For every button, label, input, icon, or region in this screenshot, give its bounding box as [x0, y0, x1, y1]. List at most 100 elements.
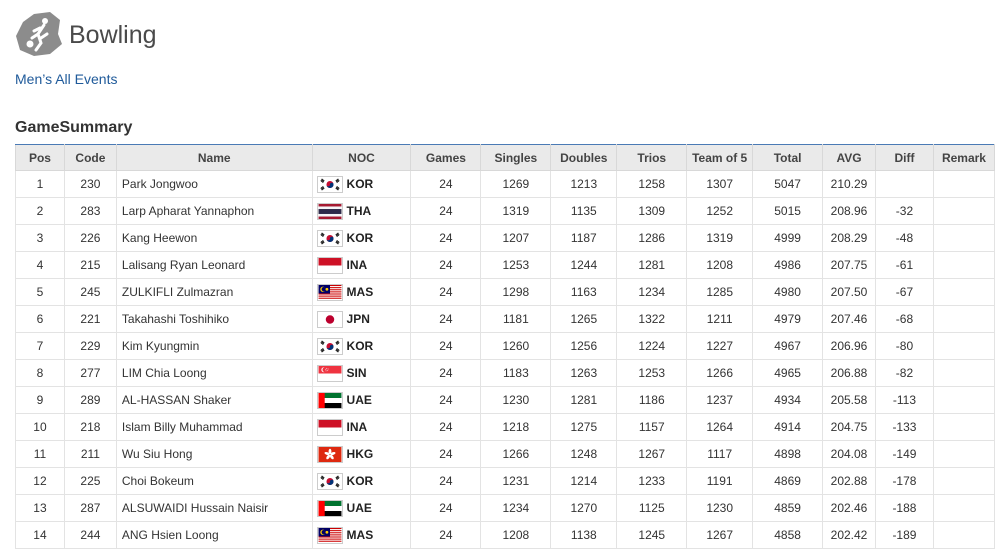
noc-code: SIN: [346, 366, 367, 380]
cell-singles: 1207: [480, 224, 552, 252]
cell-diff: -189: [875, 521, 934, 549]
table-row: 5 245 ZULKIFLI Zulmazran MAS 24 1298 1163 1234 1…: [15, 278, 996, 306]
cell-avg: 207.75: [822, 251, 876, 279]
cell-code: 245: [63, 278, 117, 306]
cell-singles: 1218: [480, 413, 552, 441]
cell-team5: 1266: [686, 359, 754, 387]
cell-doubles: 1270: [550, 494, 618, 522]
noc-code: JPN: [346, 312, 370, 326]
cell-remark: [932, 170, 996, 198]
cell-team5: 1267: [686, 521, 754, 549]
noc-code: THA: [346, 204, 372, 218]
cell-name[interactable]: ALSUWAIDI Hussain Naisir: [115, 494, 313, 522]
cell-remark: [932, 197, 996, 225]
cell-team5: 1227: [686, 332, 754, 360]
cell-team5: 1319: [686, 224, 754, 252]
noc-code: KOR: [346, 339, 374, 353]
event-link[interactable]: Men’s All Events: [15, 71, 117, 87]
table-row: 12 225 Choi Bokeum KOR 24 1231 1214 1233 1191 486…: [15, 467, 996, 495]
bowling-icon: [16, 12, 62, 56]
column-header-games[interactable]: Games: [410, 144, 482, 171]
cell-team5: 1285: [686, 278, 754, 306]
cell-team5: 1307: [686, 170, 754, 198]
cell-pos: 5: [15, 278, 65, 306]
column-header-noc[interactable]: NOC: [311, 144, 412, 171]
cell-diff: [875, 170, 934, 198]
cell-name[interactable]: Islam Billy Muhammad: [115, 413, 313, 441]
mas-flag-icon: [316, 526, 343, 544]
table-row: 6 221 Takahashi Toshihiko JPN 24 1181 1265 1322…: [15, 305, 996, 333]
cell-total: 4898: [752, 440, 824, 468]
cell-code: 225: [63, 467, 117, 495]
noc-code: MAS: [346, 285, 374, 299]
kor-flag-icon: [316, 229, 343, 247]
cell-name[interactable]: Park Jongwoo: [115, 170, 313, 198]
column-header-team-of-5[interactable]: Team of 5: [686, 144, 754, 171]
cell-trios: 1234: [616, 278, 688, 306]
cell-singles: 1230: [480, 386, 552, 414]
column-header-singles[interactable]: Singles: [480, 144, 552, 171]
cell-name[interactable]: Kim Kyungmin: [115, 332, 313, 360]
cell-name[interactable]: Wu Siu Hong: [115, 440, 313, 468]
cell-name[interactable]: Choi Bokeum: [115, 467, 313, 495]
cell-name[interactable]: Larp Apharat Yannaphon: [115, 197, 313, 225]
cell-remark: [932, 278, 996, 306]
cell-avg: 210.29: [822, 170, 876, 198]
cell-noc: KOR: [311, 332, 412, 360]
table-row: 2 283 Larp Apharat Yannaphon THA 24 1319 1135 1…: [15, 197, 996, 225]
column-header-avg[interactable]: AVG: [822, 144, 876, 171]
cell-name[interactable]: AL-HASSAN Shaker: [115, 386, 313, 414]
cell-pos: 13: [15, 494, 65, 522]
cell-code: 283: [63, 197, 117, 225]
column-header-remark[interactable]: Remark: [932, 144, 996, 171]
cell-name[interactable]: Lalisang Ryan Leonard: [115, 251, 313, 279]
table-row: 4 215 Lalisang Ryan Leonard INA 24 1253 1244 12…: [15, 251, 996, 279]
cell-name[interactable]: Kang Heewon: [115, 224, 313, 252]
table-header-row: Pos Code Name NOC Games Singles Doubles …: [15, 144, 996, 171]
results-table: Pos Code Name NOC Games Singles Doubles …: [15, 144, 996, 549]
cell-name[interactable]: ZULKIFLI Zulmazran: [115, 278, 313, 306]
noc-code: MAS: [346, 528, 374, 542]
column-header-code[interactable]: Code: [63, 144, 117, 171]
cell-trios: 1233: [616, 467, 688, 495]
noc-wrap: UAE: [316, 391, 407, 409]
column-header-name[interactable]: Name: [115, 144, 313, 171]
cell-code: 218: [63, 413, 117, 441]
cell-doubles: 1213: [550, 170, 618, 198]
cell-avg: 208.96: [822, 197, 876, 225]
cell-singles: 1231: [480, 467, 552, 495]
kor-flag-icon: [316, 175, 343, 193]
table-row: 3 226 Kang Heewon KOR 24 1207 1187 1286 1319 4999…: [15, 224, 996, 252]
cell-name[interactable]: LIM Chia Loong: [115, 359, 313, 387]
sin-flag-icon: [316, 364, 343, 382]
cell-doubles: 1281: [550, 386, 618, 414]
column-header-diff[interactable]: Diff: [875, 144, 934, 171]
noc-code: INA: [346, 258, 368, 272]
cell-remark: [932, 251, 996, 279]
cell-total: 4980: [752, 278, 824, 306]
cell-doubles: 1275: [550, 413, 618, 441]
column-header-doubles[interactable]: Doubles: [550, 144, 618, 171]
cell-noc: JPN: [311, 305, 412, 333]
cell-avg: 205.58: [822, 386, 876, 414]
noc-wrap: INA: [316, 256, 407, 274]
cell-pos: 3: [15, 224, 65, 252]
table-row: 9 289 AL-HASSAN Shaker UAE 24 1230 1281 1186 123…: [15, 386, 996, 414]
cell-team5: 1252: [686, 197, 754, 225]
cell-diff: -133: [875, 413, 934, 441]
column-header-trios[interactable]: Trios: [616, 144, 688, 171]
noc-code: KOR: [346, 231, 374, 245]
cell-noc: KOR: [311, 467, 412, 495]
cell-trios: 1286: [616, 224, 688, 252]
cell-doubles: 1187: [550, 224, 618, 252]
column-header-total[interactable]: Total: [752, 144, 824, 171]
cell-doubles: 1248: [550, 440, 618, 468]
cell-trios: 1224: [616, 332, 688, 360]
cell-pos: 14: [15, 521, 65, 549]
column-header-pos[interactable]: Pos: [15, 144, 65, 171]
cell-name[interactable]: Takahashi Toshihiko: [115, 305, 313, 333]
page-header: Bowling: [14, 10, 157, 58]
ina-flag-icon: [316, 418, 343, 436]
cell-games: 24: [410, 359, 482, 387]
cell-name[interactable]: ANG Hsien Loong: [115, 521, 313, 549]
